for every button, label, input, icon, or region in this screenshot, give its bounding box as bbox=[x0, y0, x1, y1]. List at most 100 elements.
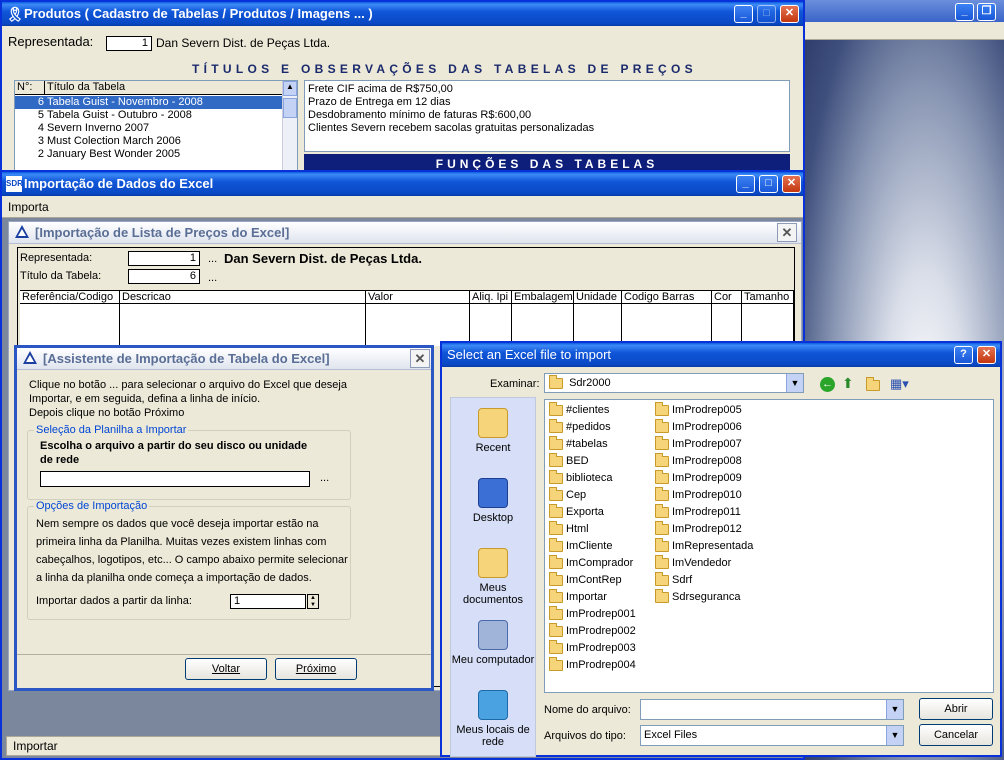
folder-item[interactable]: ImProdrep011 bbox=[655, 503, 741, 521]
place-desktop[interactable]: Desktop bbox=[451, 478, 535, 524]
place-computer[interactable]: Meu computador bbox=[451, 620, 535, 666]
col-header-n[interactable]: N°: bbox=[15, 81, 45, 94]
table-row[interactable]: 3 Must Colection March 2006 bbox=[15, 135, 283, 148]
folder-item[interactable]: ImComprador bbox=[549, 554, 633, 572]
observacoes-box[interactable]: Frete CIF acima de R$750,00 Prazo de Entr… bbox=[304, 80, 790, 152]
representada-code[interactable]: 1 bbox=[106, 36, 152, 51]
back-icon[interactable]: ← bbox=[820, 377, 835, 392]
linha-spinner[interactable]: ▲ ▼ bbox=[307, 594, 319, 609]
folder-item[interactable]: ImCliente bbox=[549, 537, 612, 555]
tabelas-list[interactable]: N°: Título da Tabela 6 Tabela Guist - Nov… bbox=[14, 80, 298, 172]
new-folder-icon[interactable] bbox=[866, 376, 883, 391]
folder-item[interactable]: ImProdrep004 bbox=[549, 656, 636, 674]
place-network[interactable]: Meus locais de rede bbox=[451, 690, 535, 748]
folder-item[interactable]: Cep bbox=[549, 486, 586, 504]
maximize-button[interactable]: □ bbox=[757, 5, 776, 23]
up-folder-icon[interactable]: ⬆ bbox=[842, 375, 854, 392]
close-button[interactable]: ✕ bbox=[410, 349, 430, 368]
menu-importa[interactable]: Importa bbox=[8, 200, 49, 214]
titulo-dots[interactable]: ... bbox=[208, 272, 217, 284]
folder-item[interactable]: ImRepresentada bbox=[655, 537, 753, 555]
place-documents[interactable]: Meus documentos bbox=[451, 548, 535, 606]
grid-column-header[interactable]: Referência/Codigo bbox=[20, 291, 120, 304]
folder-item[interactable]: ImProdrep010 bbox=[655, 486, 742, 504]
arquivo-input[interactable] bbox=[40, 471, 310, 487]
folder-item[interactable]: #pedidos bbox=[549, 418, 611, 436]
grid-column-header[interactable]: Aliq. Ipi bbox=[470, 291, 512, 304]
linha-input[interactable]: 1 bbox=[230, 594, 306, 609]
folder-item[interactable]: ImProdrep005 bbox=[655, 401, 742, 419]
folder-item[interactable]: #clientes bbox=[549, 401, 609, 419]
restore-button[interactable]: ❐ bbox=[977, 3, 996, 21]
folder-item[interactable]: ImProdrep012 bbox=[655, 520, 742, 538]
view-menu-icon[interactable]: ▦▾ bbox=[890, 376, 909, 392]
grid-column-header[interactable]: Cor bbox=[712, 291, 742, 304]
import-grid[interactable]: Referência/Codigo Descricao Valor Aliq. Ipi… bbox=[20, 290, 794, 347]
folder-item[interactable]: ImProdrep008 bbox=[655, 452, 742, 470]
grid-column-header[interactable]: Codigo Barras bbox=[622, 291, 712, 304]
nome-input[interactable]: ▼ bbox=[640, 699, 904, 720]
list-scrollbar[interactable]: ▲ bbox=[282, 81, 297, 171]
grid-column-header[interactable]: Valor bbox=[366, 291, 470, 304]
chevron-down-icon[interactable]: ▼ bbox=[886, 726, 903, 745]
examinar-select[interactable]: Sdr2000 ▼ bbox=[544, 373, 804, 393]
grid-column-header[interactable]: Descricao bbox=[120, 291, 366, 304]
folder-item[interactable]: ImProdrep007 bbox=[655, 435, 742, 453]
maximize-button[interactable]: □ bbox=[759, 175, 778, 193]
close-button[interactable]: ✕ bbox=[780, 5, 799, 23]
folder-item[interactable]: ImProdrep009 bbox=[655, 469, 742, 487]
table-row[interactable]: 4 Severn Inverno 2007 bbox=[15, 122, 283, 135]
assistente-window: [Assistente de Importação de Tabela do E… bbox=[14, 345, 434, 691]
grid-column-header[interactable]: Unidade bbox=[574, 291, 622, 304]
folder-item[interactable]: ImVendedor bbox=[655, 554, 731, 572]
minimize-button[interactable]: _ bbox=[955, 3, 974, 21]
close-button[interactable]: ✕ bbox=[782, 175, 801, 193]
folder-item[interactable]: biblioteca bbox=[549, 469, 612, 487]
browse-button[interactable]: ... bbox=[320, 472, 329, 484]
row-number: 3 bbox=[37, 135, 44, 147]
folder-name: ImProdrep010 bbox=[672, 489, 742, 501]
voltar-button[interactable]: Voltar bbox=[185, 658, 267, 680]
folder-item[interactable]: ImProdrep002 bbox=[549, 622, 636, 640]
folder-item[interactable]: #tabelas bbox=[549, 435, 608, 453]
chevron-down-icon[interactable]: ▼ bbox=[886, 700, 903, 719]
folder-item[interactable]: ImContRep bbox=[549, 571, 622, 589]
grid-column-header[interactable]: Tamanho bbox=[742, 291, 794, 304]
table-row[interactable]: 6 Tabela Guist - Novembro - 2008 bbox=[15, 96, 283, 109]
representada-name: Dan Severn Dist. de Peças Ltda. bbox=[156, 36, 331, 50]
folder-item[interactable]: Importar bbox=[549, 588, 607, 606]
chevron-down-icon[interactable]: ▼ bbox=[786, 374, 803, 392]
cancelar-button[interactable]: Cancelar bbox=[919, 724, 993, 746]
close-button[interactable]: ✕ bbox=[977, 346, 996, 364]
assistente-title: [Assistente de Importação de Tabela do E… bbox=[43, 351, 330, 366]
folder-item[interactable]: Sdrf bbox=[655, 571, 692, 589]
selecao-text: Escolha o arquivo a partir do seu disco … bbox=[40, 440, 308, 452]
abrir-button[interactable]: Abrir bbox=[919, 698, 993, 720]
place-recent[interactable]: Recent bbox=[451, 408, 535, 454]
table-row[interactable]: 2 January Best Wonder 2005 bbox=[15, 148, 283, 161]
folder-item[interactable]: ImProdrep006 bbox=[655, 418, 742, 436]
folder-item[interactable]: Exporta bbox=[549, 503, 604, 521]
representada-dots[interactable]: ... bbox=[208, 253, 217, 265]
representada-code[interactable]: 1 bbox=[128, 251, 200, 266]
file-list[interactable]: #clientes #pedidos #tabelas BED biblioteca Ce… bbox=[544, 399, 994, 693]
folder-item[interactable]: ImProdrep001 bbox=[549, 605, 636, 623]
background-window-titlebar: _ ❐ bbox=[805, 0, 1004, 22]
documents-icon bbox=[478, 548, 508, 578]
col-header-titulo[interactable]: Título da Tabela bbox=[45, 81, 283, 94]
proximo-button[interactable]: Próximo bbox=[275, 658, 357, 680]
table-row[interactable]: 5 Tabela Guist - Outubro - 2008 bbox=[15, 109, 283, 122]
help-button[interactable]: ? bbox=[954, 346, 973, 364]
grid-column-header[interactable]: Embalagem bbox=[512, 291, 574, 304]
place-label: Meus documentos bbox=[463, 582, 523, 606]
folder-item[interactable]: BED bbox=[549, 452, 589, 470]
minimize-button[interactable]: _ bbox=[734, 5, 753, 23]
titulo-code[interactable]: 6 bbox=[128, 269, 200, 284]
folder-item[interactable]: Html bbox=[549, 520, 589, 538]
folder-item[interactable]: ImProdrep003 bbox=[549, 639, 636, 657]
minimize-button[interactable]: _ bbox=[736, 175, 755, 193]
places-bar: Recent Desktop Meus documentos Meu compu… bbox=[450, 397, 536, 757]
folder-item[interactable]: Sdrseguranca bbox=[655, 588, 741, 606]
close-button[interactable]: ✕ bbox=[777, 223, 797, 242]
tipo-select[interactable]: Excel Files ▼ bbox=[640, 725, 904, 746]
